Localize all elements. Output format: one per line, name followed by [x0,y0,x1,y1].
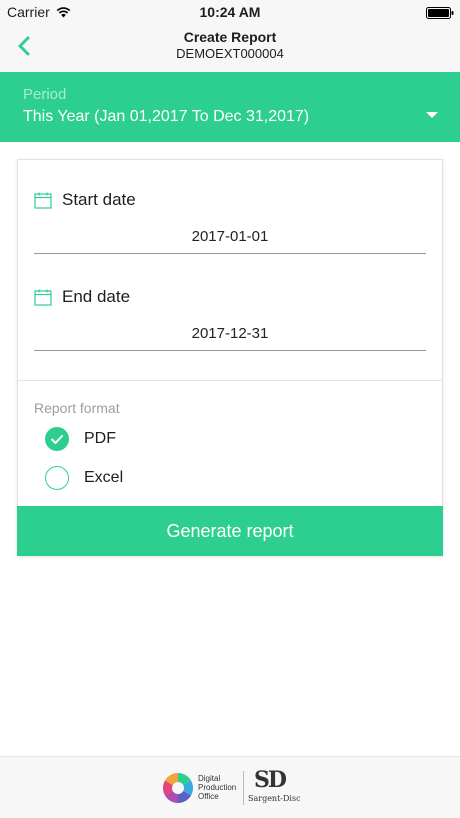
period-selector[interactable]: Period This Year (Jan 01,2017 To Dec 31,… [0,72,460,142]
end-date-input[interactable] [34,321,426,351]
nav-bar: Create Report DEMOEXT000004 [0,24,460,72]
status-time: 10:24 AM [199,4,261,20]
radio-checked-icon [45,427,69,451]
period-value: This Year (Jan 01,2017 To Dec 31,2017) [23,108,310,125]
sd-monogram: SD [254,767,287,793]
radio-unchecked-icon [45,466,69,490]
footer: Digital Production Office SD Sargent-Dis… [0,756,460,818]
start-date-label: Start date [62,190,136,209]
generate-report-button[interactable]: Generate report [17,506,443,556]
calendar-icon [34,289,52,306]
end-date-label: End date [62,287,131,306]
report-format-label: Report format [34,400,120,416]
caret-down-icon [426,112,438,118]
sargent-disc-logo-text: Sargent-Disc [248,794,301,803]
page-subtitle: DEMOEXT000004 [176,46,284,61]
status-bar: Carrier 10:24 AM [0,0,460,24]
radio-label: PDF [84,430,116,447]
digital-production-office-logo-icon [162,772,194,804]
radio-option-excel[interactable]: Excel [45,466,245,492]
calendar-icon [34,192,52,209]
dpo-logo-text: Digital Production Office [198,774,237,801]
page-title: Create Report [183,29,277,45]
radio-option-pdf[interactable]: PDF [45,427,245,453]
period-label: Period [23,86,67,103]
footer-divider [243,771,244,805]
radio-label: Excel [84,469,124,486]
divider [18,380,442,381]
battery-icon [426,6,454,19]
start-date-input[interactable] [34,224,426,254]
report-form-card: Start date End date Report format PDF Ex… [17,159,443,556]
